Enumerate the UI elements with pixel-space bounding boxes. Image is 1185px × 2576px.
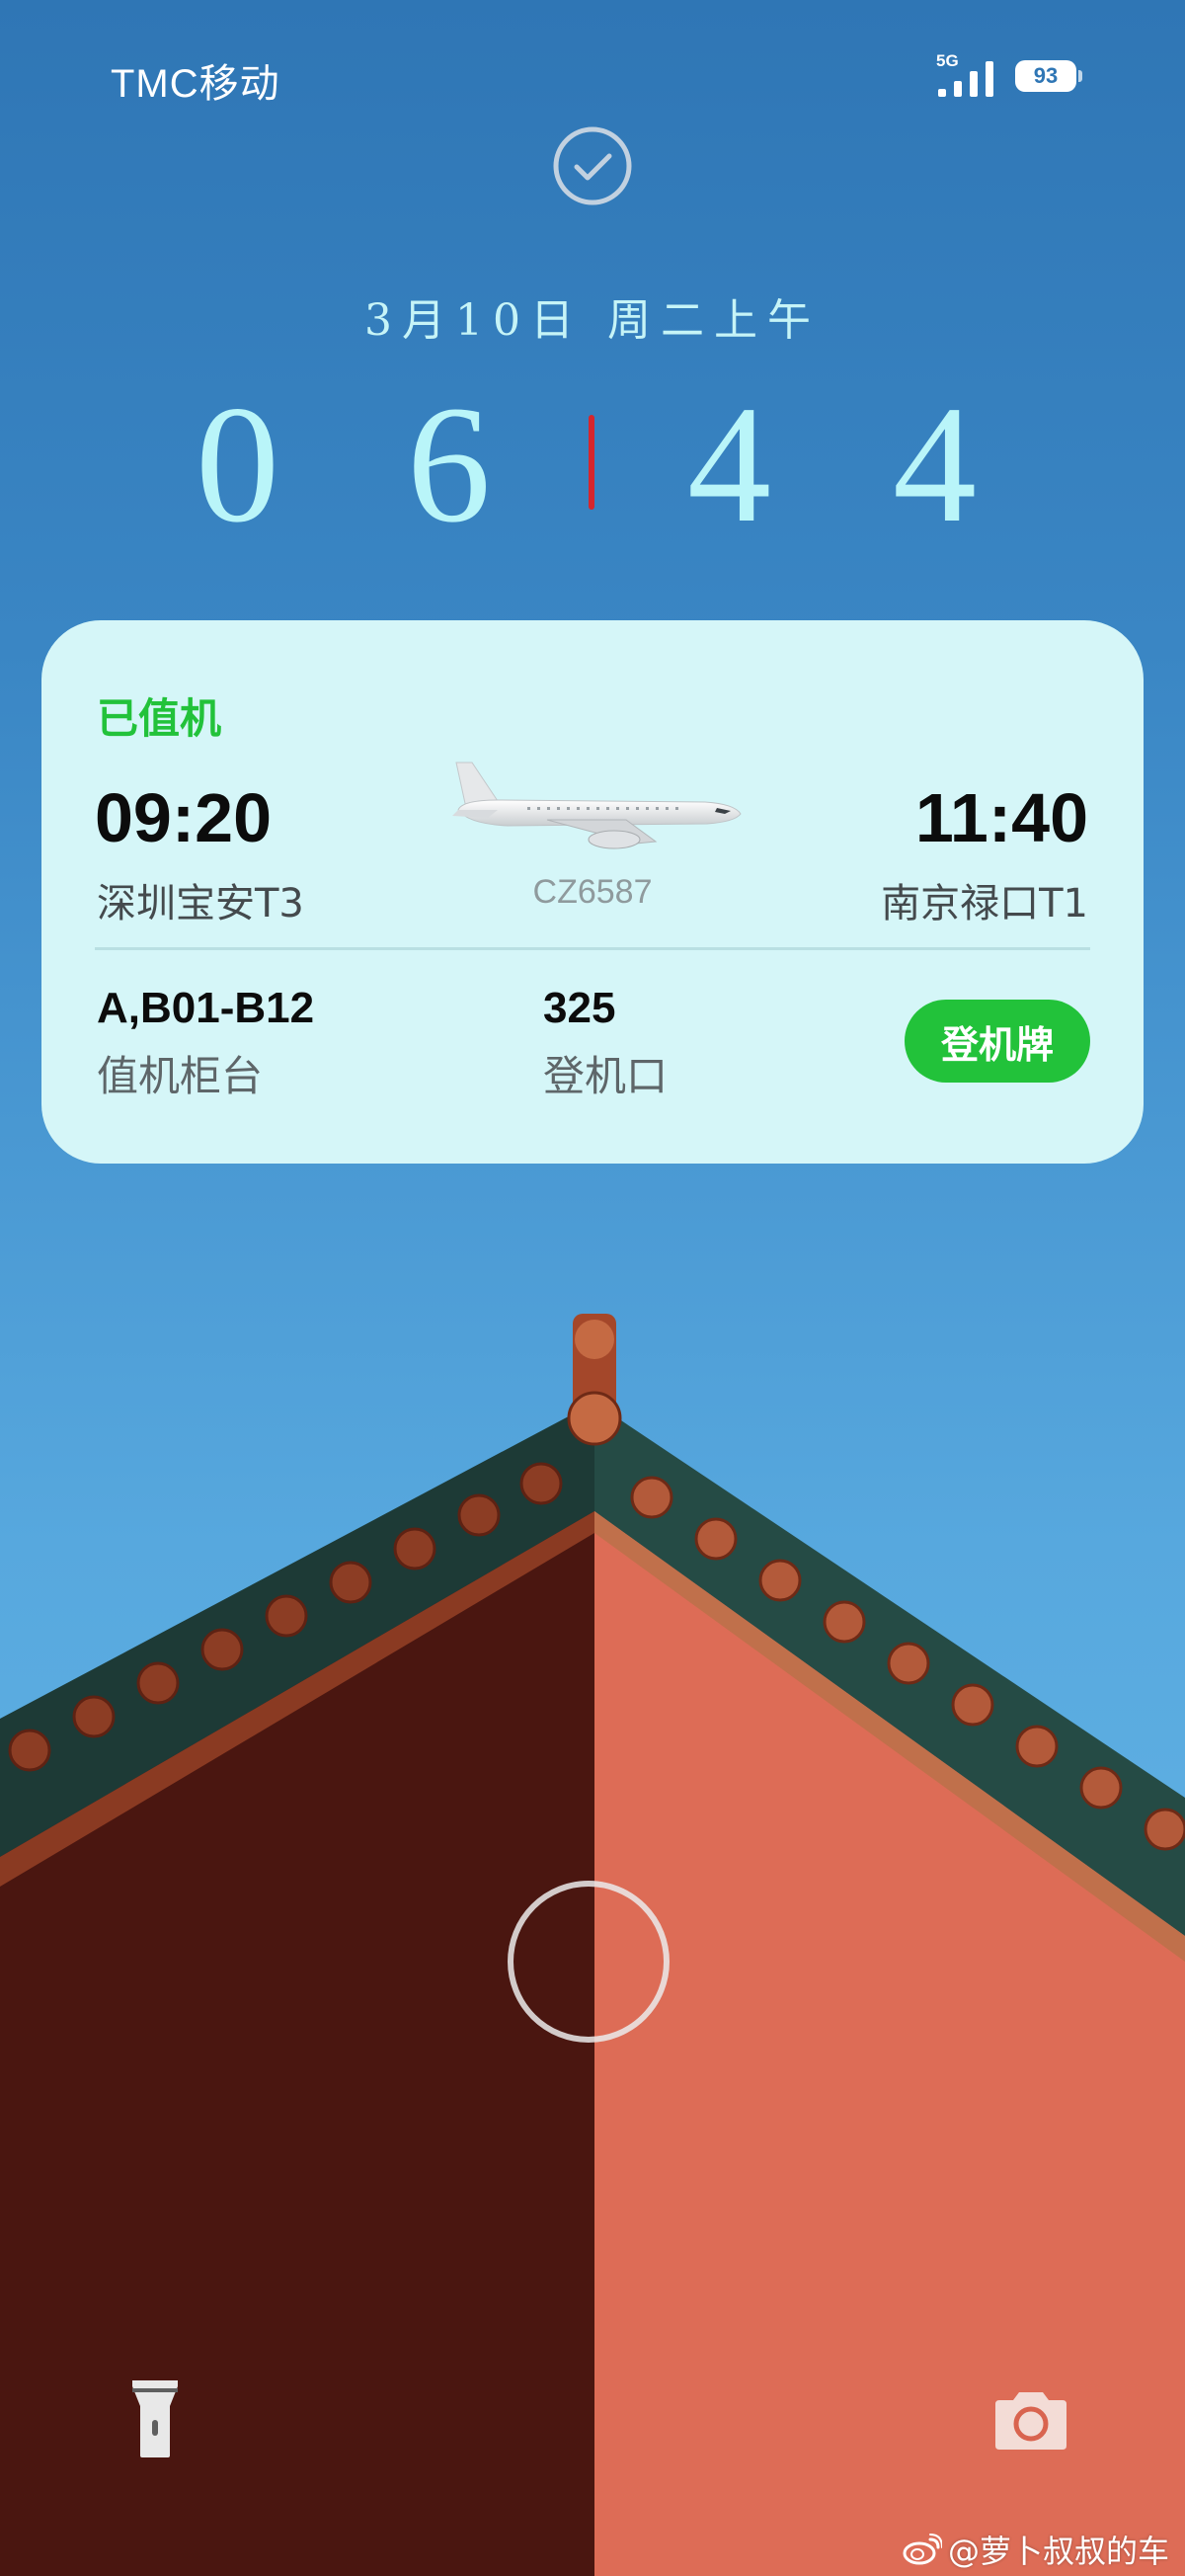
network-type: 5G (936, 51, 959, 70)
clock-separator (589, 415, 594, 510)
clock-minute-ones: 4 (893, 371, 977, 557)
gate-value: 325 (543, 984, 616, 1032)
lock-screen: TMC移动 5G 93 3月10日 周二上午 0 6 4 4 已值机 09:20 (0, 0, 1185, 2576)
carrier-name: TMC移动 (111, 62, 280, 106)
checkin-counter-label: 值机柜台 (97, 1052, 264, 1100)
battery-level: 93 (1033, 63, 1059, 88)
checkin-status: 已值机 (97, 694, 222, 743)
watermark: @萝卜叔叔的车 (903, 2527, 1169, 2572)
weibo-icon (903, 2534, 942, 2565)
flashlight-icon[interactable] (130, 2378, 180, 2459)
date-label: 3月10日 周二上午 (364, 295, 821, 346)
clock-hour-ones: 6 (407, 371, 491, 557)
flight-card[interactable]: 已值机 09:20 11:40 深圳宝安T3 CZ6587 南京禄口T1 A,B… (41, 620, 1144, 1164)
checkmark-icon (553, 126, 632, 205)
clock: 0 6 4 4 (0, 375, 1185, 553)
watermark-text: @萝卜叔叔的车 (947, 2533, 1169, 2570)
clock-minute-tens: 4 (687, 371, 771, 557)
boarding-pass-button[interactable]: 登机牌 (905, 1000, 1090, 1083)
battery-icon: 93 (1015, 60, 1082, 92)
fingerprint-unlock-button[interactable] (508, 1881, 670, 2043)
camera-icon[interactable] (991, 2388, 1070, 2452)
departure-time: 09:20 (95, 779, 273, 856)
gate-label: 登机口 (543, 1052, 669, 1100)
arrival-time: 11:40 (914, 779, 1088, 856)
status-indicators: 5G 93 (936, 51, 1082, 97)
checkin-counter-value: A,B01-B12 (97, 984, 315, 1032)
arrival-airport: 南京禄口T1 (881, 881, 1088, 926)
airplane-icon (452, 762, 742, 849)
divider (95, 947, 1090, 950)
signal-icon: 5G (936, 51, 1001, 97)
clock-hour-tens: 0 (196, 371, 279, 557)
